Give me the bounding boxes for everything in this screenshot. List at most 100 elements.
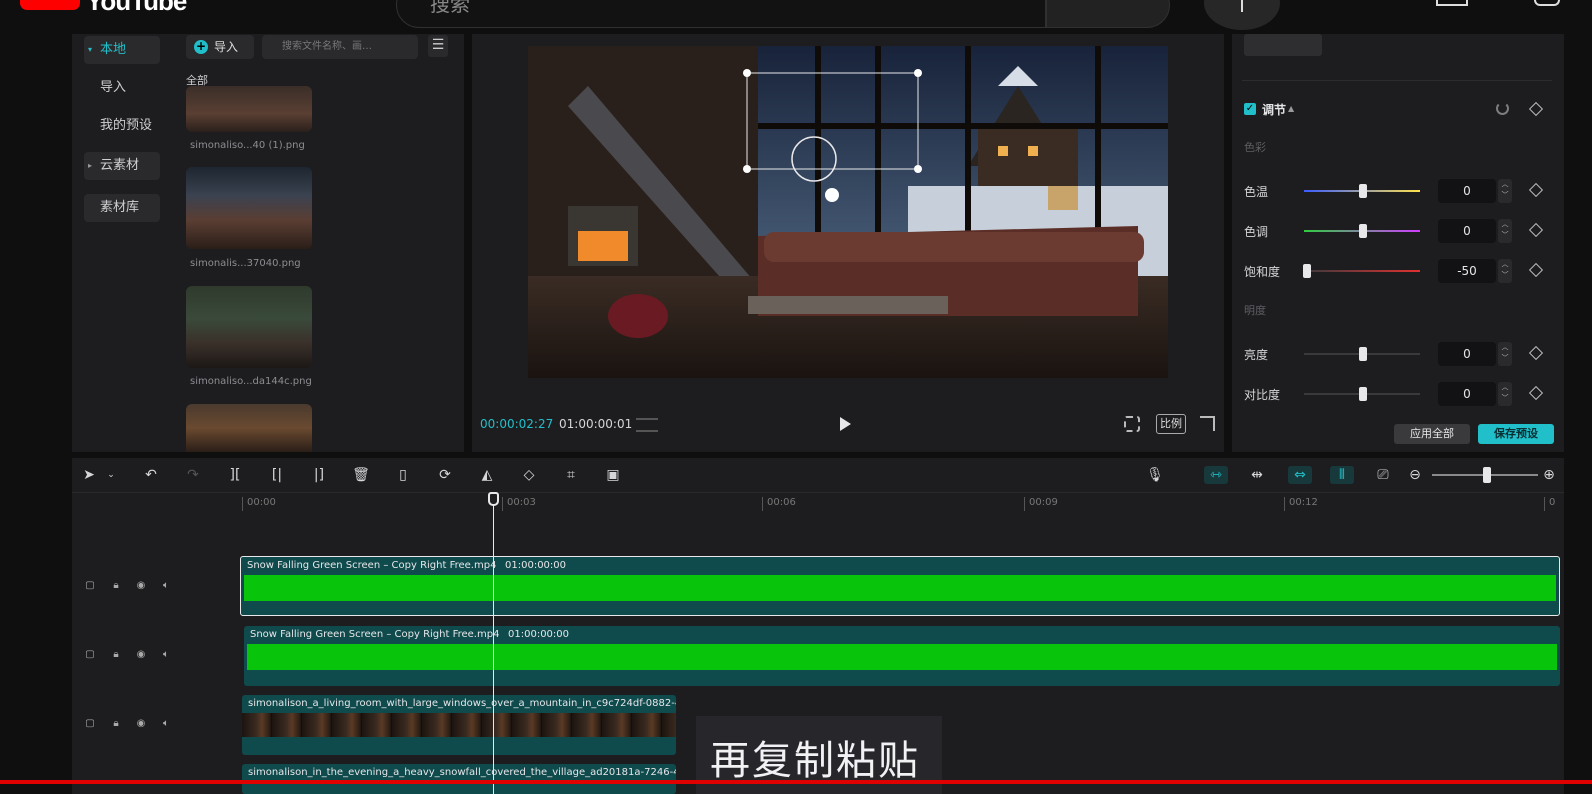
nav-my-presets[interactable]: 我的预设 bbox=[84, 112, 160, 140]
youtube-progress-bar[interactable] bbox=[0, 780, 1592, 784]
property-slider-knob[interactable] bbox=[1359, 184, 1367, 198]
nav-cloud[interactable]: ▸ 云素材 bbox=[84, 152, 160, 180]
apply-all-button[interactable]: 应用全部 bbox=[1394, 424, 1470, 444]
media-search-input[interactable]: 搜索文件名称、画… bbox=[262, 35, 418, 59]
inspector-tab-4[interactable] bbox=[1484, 34, 1562, 56]
property-value-input[interactable]: 0 bbox=[1438, 382, 1496, 406]
nav-import-label: 导入 bbox=[100, 80, 127, 95]
media-thumbnail[interactable] bbox=[186, 86, 312, 132]
preview-axis-icon[interactable]: ⎚ bbox=[1374, 466, 1392, 484]
eye-icon[interactable]: ◉ bbox=[135, 718, 147, 730]
property-slider-knob[interactable] bbox=[1359, 224, 1367, 238]
mirror-icon[interactable]: ◭ bbox=[478, 466, 496, 484]
eye-icon[interactable]: ◉ bbox=[135, 649, 147, 661]
inspector-tab-1[interactable] bbox=[1244, 34, 1322, 56]
media-thumbnail[interactable] bbox=[186, 286, 312, 368]
stepper-icon[interactable]: ︿ ﹀ bbox=[1498, 382, 1512, 406]
property-slider-knob[interactable] bbox=[1303, 264, 1311, 278]
snap-icon[interactable]: ⇹ bbox=[1248, 466, 1266, 484]
auto-snap-icon[interactable]: ⇔ bbox=[1288, 466, 1312, 484]
property-slider-knob[interactable] bbox=[1359, 387, 1367, 401]
track-thumb-icon[interactable]: ▢ bbox=[84, 718, 96, 730]
split-right-icon[interactable]: |] bbox=[310, 466, 328, 484]
property-value-input[interactable]: 0 bbox=[1438, 219, 1496, 243]
volume-icon[interactable]: 🔈︎ bbox=[160, 580, 172, 592]
tv-icon[interactable] bbox=[1534, 0, 1560, 6]
stepper-icon[interactable]: ︿ ﹀ bbox=[1498, 259, 1512, 283]
link-track-icon[interactable]: ⇿ bbox=[1204, 466, 1228, 484]
media-thumbnail[interactable] bbox=[186, 167, 312, 249]
zoom-out-icon[interactable]: ⊖ bbox=[1406, 466, 1424, 484]
reverse-icon[interactable]: ⟳ bbox=[436, 466, 454, 484]
search-icon bbox=[1047, 0, 1171, 29]
clip-snow-2[interactable]: Snow Falling Green Screen – Copy Right F… bbox=[244, 626, 1560, 686]
image-edit-icon[interactable]: ▣ bbox=[604, 466, 622, 484]
brightness-section-label: 明度 bbox=[1244, 304, 1266, 317]
undo-icon[interactable]: ↶ bbox=[142, 466, 160, 484]
list-menu-icon[interactable]: ☰ bbox=[428, 35, 448, 57]
volume-icon[interactable]: 🔈︎ bbox=[160, 649, 172, 661]
property-value-input[interactable]: 0 bbox=[1438, 179, 1496, 203]
playhead-handle[interactable] bbox=[488, 492, 499, 506]
lock-icon[interactable]: 🔒︎ bbox=[110, 580, 122, 592]
split-left-icon[interactable]: [| bbox=[268, 466, 286, 484]
track-thumb-icon[interactable]: ▢ bbox=[84, 649, 96, 661]
property-slider[interactable] bbox=[1304, 270, 1420, 272]
cast-icon[interactable] bbox=[1436, 0, 1468, 6]
youtube-search-input[interactable] bbox=[396, 0, 1046, 28]
transform-selection-box[interactable] bbox=[740, 66, 930, 206]
fullscreen-icon[interactable] bbox=[1200, 416, 1215, 431]
clip-living-room[interactable]: simonalison_a_living_room_with_large_win… bbox=[242, 695, 676, 755]
eye-icon[interactable]: ◉ bbox=[135, 580, 147, 592]
inspector-tab-2[interactable] bbox=[1324, 34, 1402, 56]
lock-icon[interactable]: 🔒︎ bbox=[110, 649, 122, 661]
property-slider-knob[interactable] bbox=[1359, 347, 1367, 361]
import-label: 导入 bbox=[214, 40, 239, 54]
clip-village[interactable]: simonalison_in_the_evening_a_heavy_snowf… bbox=[242, 764, 676, 794]
inspector-tab-3[interactable] bbox=[1404, 34, 1482, 56]
reset-icon[interactable] bbox=[1496, 102, 1509, 115]
nav-local-label: 本地 bbox=[100, 42, 127, 57]
fit-screen-icon[interactable] bbox=[1124, 416, 1140, 432]
chevron-down-icon[interactable]: ⌄ bbox=[102, 466, 120, 484]
zoom-slider-knob[interactable] bbox=[1483, 467, 1491, 483]
property-label: 色温 bbox=[1244, 185, 1269, 199]
clip-snow-1[interactable]: Snow Falling Green Screen – Copy Right F… bbox=[240, 556, 1560, 616]
property-value-input[interactable]: -50 bbox=[1438, 259, 1496, 283]
zoom-in-icon[interactable]: ⊕ bbox=[1540, 466, 1558, 484]
save-preset-button[interactable]: 保存预设 bbox=[1478, 424, 1554, 444]
lock-icon[interactable]: 🔒︎ bbox=[110, 718, 122, 730]
nav-library[interactable]: 素材库 bbox=[84, 194, 160, 222]
youtube-logo-text[interactable]: YouTube bbox=[86, 0, 187, 17]
redo-icon[interactable]: ↷ bbox=[184, 466, 202, 484]
select-cursor-icon[interactable]: ➤ bbox=[80, 466, 98, 484]
nav-local[interactable]: ▾ 本地 bbox=[84, 36, 160, 64]
property-value-input[interactable]: 0 bbox=[1438, 342, 1496, 366]
stepper-icon[interactable]: ︿ ﹀ bbox=[1498, 179, 1512, 203]
rotate-icon[interactable]: ◇ bbox=[520, 466, 538, 484]
property-label: 亮度 bbox=[1244, 348, 1269, 362]
delete-icon[interactable]: 🗑 bbox=[352, 466, 370, 484]
volume-icon[interactable]: 🔈︎ bbox=[160, 718, 172, 730]
caret-up-icon[interactable]: ▲ bbox=[1288, 104, 1294, 113]
media-thumbnail[interactable] bbox=[186, 404, 312, 452]
split-icon[interactable]: ][ bbox=[226, 466, 244, 484]
track-thumb-icon[interactable]: ▢ bbox=[84, 580, 96, 592]
divider bbox=[72, 492, 1564, 493]
adjust-checkbox[interactable]: ✓ bbox=[1244, 103, 1256, 115]
crop-icon[interactable]: ⌗ bbox=[562, 466, 580, 484]
play-icon[interactable] bbox=[840, 417, 851, 431]
youtube-logo-icon[interactable] bbox=[20, 0, 80, 10]
record-mic-icon[interactable]: 🎙 bbox=[1146, 466, 1164, 484]
playhead[interactable] bbox=[493, 500, 494, 794]
ratio-button[interactable]: 比例 bbox=[1156, 414, 1186, 434]
youtube-search-button[interactable] bbox=[1046, 0, 1170, 28]
media-item-name: simonaliso...40 (1).png bbox=[190, 140, 305, 151]
property-label: 饱和度 bbox=[1244, 265, 1281, 279]
youtube-mic-button[interactable] bbox=[1204, 0, 1280, 30]
stepper-icon[interactable]: ︿ ﹀ bbox=[1498, 342, 1512, 366]
freeze-icon[interactable]: ▯ bbox=[394, 466, 412, 484]
split-audio-icon[interactable]: ⫴ bbox=[1330, 466, 1354, 484]
stepper-icon[interactable]: ︿ ﹀ bbox=[1498, 219, 1512, 243]
nav-import[interactable]: 导入 bbox=[84, 74, 160, 102]
